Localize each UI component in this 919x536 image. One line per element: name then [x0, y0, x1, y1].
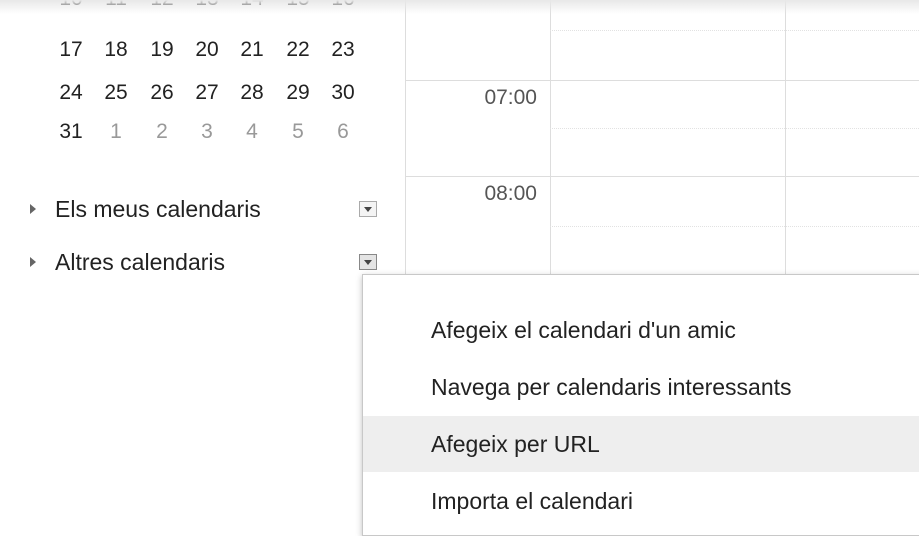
mini-calendar-day[interactable]: 19 — [147, 37, 177, 63]
mini-calendar-day[interactable]: 23 — [328, 37, 358, 63]
calendar-grid[interactable]: 07:00 08:00 — [405, 0, 919, 290]
mini-calendar-day[interactable]: 26 — [147, 80, 177, 106]
mini-calendar-day[interactable]: 18 — [101, 37, 131, 63]
mini-calendar-day[interactable]: 24 — [56, 80, 86, 106]
mini-calendar-day[interactable]: 30 — [328, 80, 358, 106]
menu-item-import-calendar[interactable]: Importa el calendari — [363, 473, 919, 529]
mini-calendar-day[interactable]: 28 — [237, 80, 267, 106]
other-calendars-menu: Afegeix el calendari d'un amic Navega pe… — [362, 274, 919, 536]
top-shadow — [0, 0, 919, 14]
my-calendars-dropdown-button[interactable] — [359, 201, 377, 217]
time-label: 07:00 — [484, 86, 537, 109]
expand-triangle-icon[interactable] — [30, 204, 36, 214]
my-calendars-label[interactable]: Els meus calendaris — [55, 192, 261, 226]
grid-divider — [550, 0, 551, 290]
mini-calendar-day[interactable]: 25 — [101, 80, 131, 106]
time-label: 08:00 — [484, 182, 537, 205]
half-hour-line — [550, 128, 919, 129]
hour-line — [405, 80, 919, 81]
mini-calendar-day-next-month[interactable]: 5 — [283, 119, 313, 145]
chevron-down-icon — [364, 260, 372, 265]
other-calendars-label[interactable]: Altres calendaris — [55, 245, 225, 279]
half-hour-line — [550, 30, 919, 31]
half-hour-line — [550, 226, 919, 227]
grid-divider — [405, 0, 406, 290]
menu-item-add-by-url[interactable]: Afegeix per URL — [363, 416, 919, 472]
other-calendars-dropdown-button[interactable] — [359, 254, 377, 270]
mini-calendar-day[interactable]: 29 — [283, 80, 313, 106]
mini-calendar-day[interactable]: 21 — [237, 37, 267, 63]
expand-triangle-icon[interactable] — [30, 257, 36, 267]
mini-calendar-day[interactable]: 27 — [192, 80, 222, 106]
grid-divider — [785, 0, 786, 290]
menu-item-add-friend-calendar[interactable]: Afegeix el calendari d'un amic — [363, 302, 919, 358]
mini-calendar-day-next-month[interactable]: 4 — [237, 119, 267, 145]
mini-calendar-day-next-month[interactable]: 1 — [101, 119, 131, 145]
mini-calendar-day-next-month[interactable]: 3 — [192, 119, 222, 145]
mini-calendar-day-next-month[interactable]: 2 — [147, 119, 177, 145]
chevron-down-icon — [364, 207, 372, 212]
mini-calendar-day-next-month[interactable]: 6 — [328, 119, 358, 145]
mini-calendar-day[interactable]: 31 — [56, 119, 86, 145]
menu-item-browse-interesting-calendars[interactable]: Navega per calendaris interessants — [363, 359, 919, 415]
mini-calendar-day[interactable]: 17 — [56, 37, 86, 63]
mini-calendar-day[interactable]: 20 — [192, 37, 222, 63]
hour-line — [405, 176, 919, 177]
mini-calendar-day[interactable]: 22 — [283, 37, 313, 63]
